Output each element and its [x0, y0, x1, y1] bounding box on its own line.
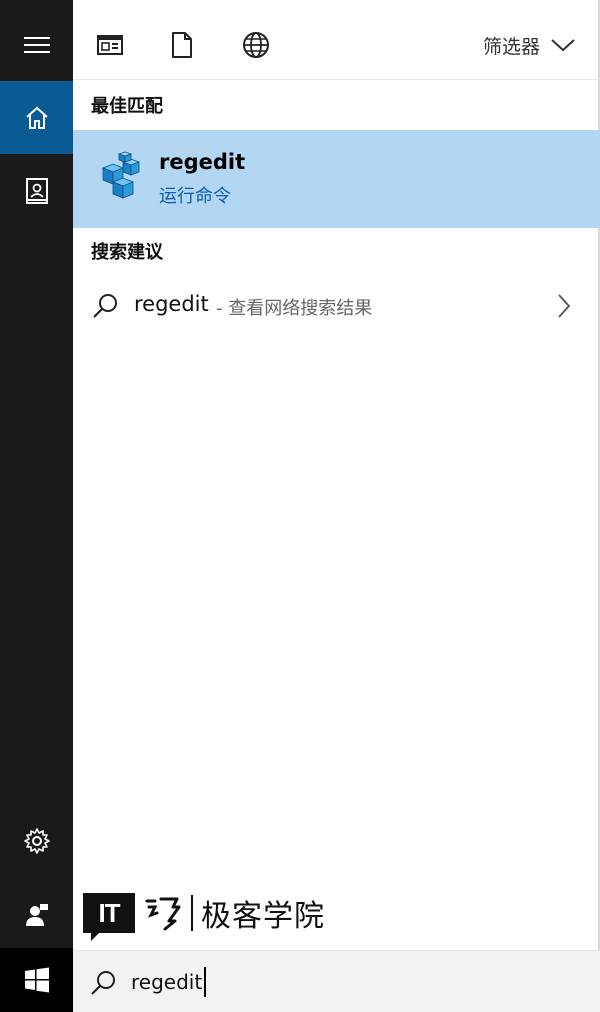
search-suggestions-heading: 搜索建议 — [91, 242, 163, 263]
start-button[interactable] — [0, 948, 73, 1012]
filter-label: 筛选器 — [482, 35, 540, 58]
text-caret — [204, 967, 206, 997]
logo-glyph-icon — [145, 897, 181, 931]
left-rail — [0, 0, 73, 1012]
chevron-down-icon — [551, 39, 575, 52]
notebook-button[interactable] — [0, 154, 73, 227]
search-results-panel: 筛选器 最佳匹配 regedit 运行命令 搜索建议 regedit - 查看网… — [73, 0, 600, 1012]
search-icon — [91, 971, 115, 995]
feedback-person-icon — [25, 903, 48, 926]
suggestion-term: regedit — [134, 292, 209, 316]
windows-logo-icon — [24, 967, 49, 993]
best-match-item[interactable]: regedit 运行命令 — [73, 130, 600, 228]
watermark-logo: IT 极客学院 — [83, 892, 325, 941]
hamburger-menu-button[interactable] — [0, 8, 73, 81]
home-button[interactable] — [0, 81, 73, 154]
hamburger-menu-icon — [23, 36, 50, 53]
settings-button[interactable] — [0, 804, 73, 877]
chevron-right-icon[interactable] — [556, 292, 572, 320]
watermark-name: 极客学院 — [201, 899, 325, 934]
suggestion-item[interactable]: regedit - 查看网络搜索结果 — [73, 280, 600, 332]
watermark-divider — [191, 895, 193, 931]
documents-scope-button[interactable] — [165, 28, 199, 62]
registry-editor-icon — [101, 151, 141, 199]
best-match-title: regedit — [159, 150, 246, 174]
web-scope-button[interactable] — [239, 28, 273, 62]
search-input[interactable] — [131, 963, 571, 1001]
search-icon — [93, 294, 117, 318]
feedback-button[interactable] — [0, 878, 73, 951]
best-match-subtitle: 运行命令 — [159, 186, 231, 207]
globe-icon — [243, 32, 269, 58]
notebook-icon — [25, 177, 48, 204]
search-box[interactable] — [73, 950, 600, 1012]
search-scope-bar: 筛选器 — [73, 0, 600, 80]
best-match-heading: 最佳匹配 — [91, 96, 163, 117]
home-icon — [25, 106, 48, 129]
gear-icon — [23, 827, 50, 854]
apps-scope-button[interactable] — [93, 28, 127, 62]
filter-dropdown[interactable]: 筛选器 — [483, 28, 576, 62]
suggestion-description: - 查看网络搜索结果 — [216, 298, 373, 319]
apps-icon — [97, 35, 123, 55]
document-icon — [172, 32, 192, 58]
it-logo-badge: IT — [83, 893, 135, 941]
